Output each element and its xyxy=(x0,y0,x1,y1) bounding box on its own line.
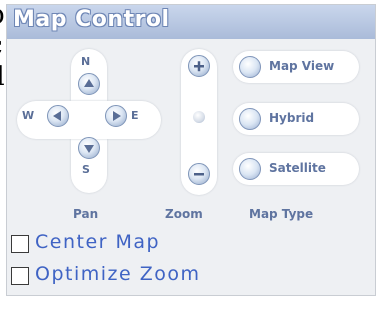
panel-title: Map Control xyxy=(13,7,170,32)
arrow-up-icon xyxy=(84,79,94,87)
pan-west-label: W xyxy=(22,109,35,122)
map-control-panel: Map Control N W E S Map View Hybrid Sate… xyxy=(6,4,376,296)
center-map-label[interactable]: Center Map xyxy=(35,231,160,253)
pan-south-button[interactable] xyxy=(78,137,100,159)
pan-north-label: N xyxy=(81,55,91,68)
radio-icon xyxy=(239,108,261,130)
radio-icon xyxy=(239,56,261,78)
center-map-checkbox[interactable] xyxy=(11,235,29,253)
arrow-left-icon xyxy=(53,111,61,121)
pan-north-button[interactable] xyxy=(78,73,100,95)
map-type-satellite[interactable]: Satellite xyxy=(233,153,359,185)
zoom-section-label: Zoom xyxy=(165,207,203,221)
pan-west-button[interactable] xyxy=(47,105,69,127)
pan-east-label: E xyxy=(131,109,139,122)
optimize-zoom-label[interactable]: Optimize Zoom xyxy=(35,263,201,285)
zoom-in-button[interactable] xyxy=(188,55,210,77)
arrow-right-icon xyxy=(113,111,121,121)
plus-icon xyxy=(194,61,204,72)
map-type-hybrid[interactable]: Hybrid xyxy=(233,103,359,135)
radio-icon xyxy=(239,158,261,180)
pan-center xyxy=(71,101,107,139)
minus-icon xyxy=(194,173,204,176)
panel-title-bar: Map Control xyxy=(7,5,375,39)
optimize-zoom-checkbox[interactable] xyxy=(11,267,29,285)
pan-south-label: S xyxy=(82,163,90,176)
map-type-option-label: Satellite xyxy=(269,161,326,175)
pan-section-label: Pan xyxy=(73,207,99,221)
zoom-out-button[interactable] xyxy=(188,163,210,185)
map-type-option-label: Hybrid xyxy=(269,111,315,125)
pan-east-button[interactable] xyxy=(105,105,127,127)
map-type-map-view[interactable]: Map View xyxy=(233,51,359,83)
map-type-option-label: Map View xyxy=(269,59,335,73)
zoom-slider-handle[interactable] xyxy=(193,111,205,123)
map-type-section-label: Map Type xyxy=(249,207,314,221)
arrow-down-icon xyxy=(84,145,94,153)
